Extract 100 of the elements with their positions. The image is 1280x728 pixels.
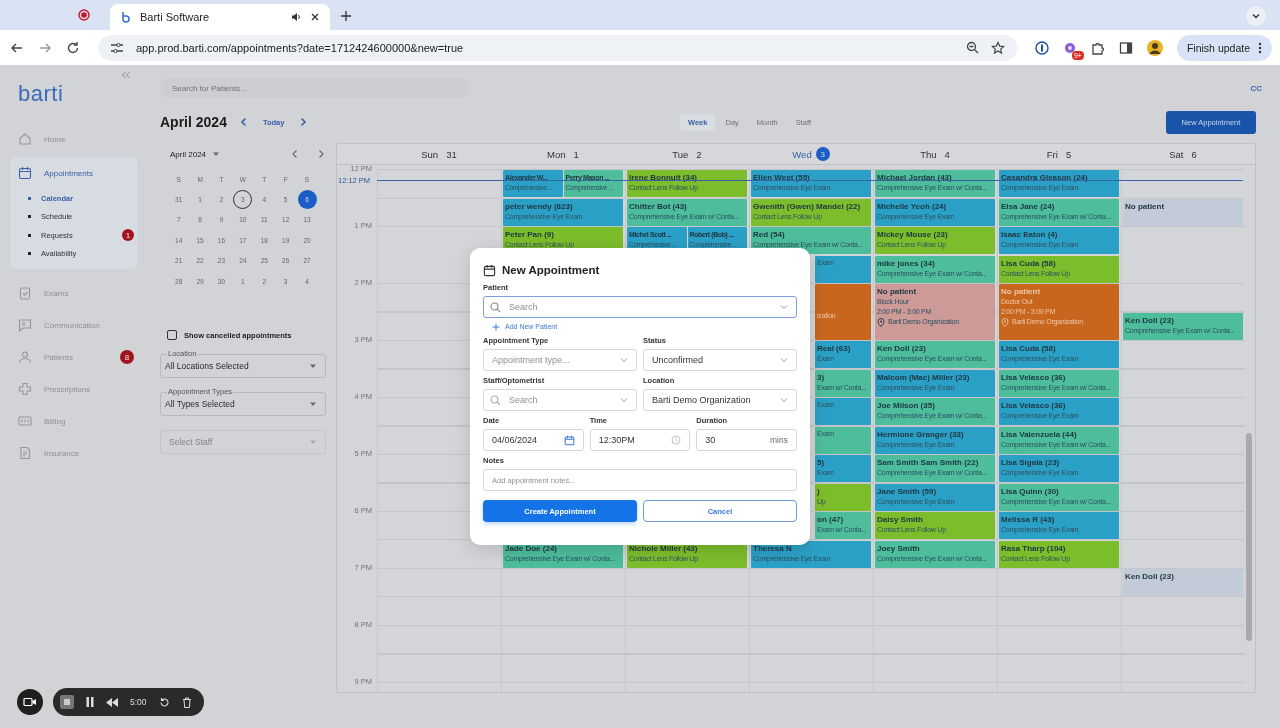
patient-name: Gwenith (Gwen) Mandel (22) (753, 200, 862, 212)
browser-tab[interactable]: Barti Software (110, 4, 330, 30)
bill-icon (18, 414, 32, 428)
search-icon (490, 301, 501, 313)
person-icon (18, 350, 32, 364)
zoom-icon[interactable] (965, 41, 979, 54)
staff-select[interactable]: Search (483, 389, 637, 411)
patient-name: Joey Smith (877, 542, 921, 554)
restart-icon[interactable] (158, 696, 170, 708)
patient-name: Michelle Yeoh (24) (877, 200, 948, 212)
bullet-icon (28, 196, 31, 200)
patient-name: Jade Doe (24) (505, 542, 559, 554)
select-value: All Locations Selected (165, 361, 249, 371)
block-title: No patient (877, 286, 918, 297)
nav-label: Patients (44, 352, 73, 362)
calendar-icon (483, 263, 496, 277)
nav-label: Prescriptions (44, 384, 91, 394)
rewind-icon[interactable] (106, 697, 118, 707)
close-icon[interactable] (310, 12, 320, 22)
calendar-icon (563, 434, 575, 446)
patient-select[interactable]: Search (483, 296, 797, 318)
appointment-card[interactable]: Ken Doll (23) (1123, 569, 1243, 596)
chevron-icon (780, 304, 788, 310)
next-icon[interactable] (316, 149, 326, 159)
nav-item[interactable]: Patients 8 (10, 341, 138, 373)
home-icon (18, 132, 32, 146)
patient-search-field[interactable]: Search for Patients... (160, 78, 470, 98)
stop-icon[interactable] (60, 695, 74, 709)
day-date: 4 (944, 148, 950, 160)
patient-name: Lisa Cuda (58) (1001, 257, 1057, 269)
day-date: 31 (446, 148, 457, 160)
duration-field[interactable]: 30 mins (696, 429, 797, 451)
unit-label: mins (770, 435, 788, 445)
chevron-icon (780, 397, 788, 403)
bullet-icon (28, 233, 31, 237)
day-name: Tue (672, 148, 689, 160)
next-icon[interactable] (298, 117, 309, 127)
puzzle-icon[interactable] (1090, 40, 1105, 55)
pause-icon[interactable] (86, 697, 94, 707)
new-tab-icon[interactable] (340, 10, 352, 22)
sidebar-icon[interactable] (1118, 40, 1133, 55)
chevron-icon (780, 357, 788, 363)
reload-icon[interactable] (66, 40, 80, 55)
speaker-icon[interactable] (290, 11, 302, 23)
date-field[interactable]: 04/06/2024 (483, 429, 584, 451)
tab-list-icon[interactable] (1251, 11, 1261, 21)
month-label[interactable]: April 2024 (170, 149, 207, 159)
dropdown-icon[interactable] (212, 150, 221, 158)
appointment-card[interactable]: No patient (1123, 198, 1243, 226)
more-icon (1258, 41, 1262, 54)
select-value: All Types Selected (165, 399, 235, 409)
patient-name: Lisa Quinn (30) (1001, 485, 1060, 497)
calendar-icon (18, 166, 32, 180)
camera-button[interactable] (17, 689, 43, 715)
nav-item[interactable]: Exams (10, 277, 138, 309)
recording-time: 5:00 (130, 697, 147, 707)
chevron-icon (620, 397, 628, 403)
finish-update-button[interactable]: Finish update (1176, 34, 1272, 61)
nav-item[interactable]: Home (10, 123, 138, 155)
nav-label: Appointments (44, 168, 93, 178)
time-field[interactable]: 12:30PM (589, 429, 691, 451)
appointment-type-select[interactable]: Appointment type... (483, 349, 637, 371)
day-date: 6 (1191, 148, 1197, 160)
day-name: Sat (1169, 148, 1184, 160)
nav-item[interactable]: Billing (10, 405, 138, 437)
patient-name: Elsa Jane (24) (1001, 200, 1056, 212)
star-icon[interactable] (990, 40, 1005, 55)
patient-name: Jane Smith (59) (877, 485, 938, 497)
trash-icon[interactable] (181, 696, 192, 708)
month-title: April 2024 (160, 114, 227, 130)
patient-name: Malcom (Mac) Miller (23) (877, 371, 971, 383)
nav-label: Communication (44, 320, 100, 330)
day-date: 5 (1065, 148, 1072, 160)
password-icon[interactable] (1034, 40, 1049, 55)
patient-name: peter wendy (823) (505, 200, 574, 212)
patient-name: Ken Doll (23) (1125, 571, 1175, 582)
status-select[interactable]: Unconfirmed (643, 349, 797, 371)
bullet-icon (28, 215, 31, 219)
logo: barti (18, 80, 64, 108)
url-text: app.prod.barti.com/appointments?date=1712424600000&new=true (136, 41, 464, 54)
user-initials[interactable]: CC (1250, 83, 1262, 93)
profile-avatar[interactable] (1146, 39, 1163, 56)
previous-icon[interactable] (290, 149, 300, 159)
scrollbar[interactable] (1246, 433, 1252, 641)
location-select[interactable]: Barti Demo Organization (643, 389, 797, 411)
doc-icon (18, 446, 32, 460)
site-icon (120, 11, 132, 23)
patient-name: Daisy Smith (877, 514, 924, 525)
site-settings-icon[interactable] (110, 41, 124, 54)
extension-icon[interactable] (1062, 40, 1077, 55)
nav-item[interactable]: Prescriptions (10, 373, 138, 405)
checkbox[interactable] (167, 330, 177, 340)
filter-select[interactable]: Select Staff (160, 430, 326, 454)
patient-name: Lisa Velasco (36) (1001, 371, 1067, 383)
day-name: Thu (920, 148, 937, 160)
nav-item[interactable]: Appointments (10, 157, 138, 189)
previous-icon[interactable] (238, 117, 249, 127)
patient-name: Theresa N (753, 542, 793, 554)
address-bar[interactable]: app.prod.barti.com/appointments?date=1712424600000&new=true (98, 34, 1017, 61)
nav-item[interactable]: Communication (10, 309, 138, 341)
